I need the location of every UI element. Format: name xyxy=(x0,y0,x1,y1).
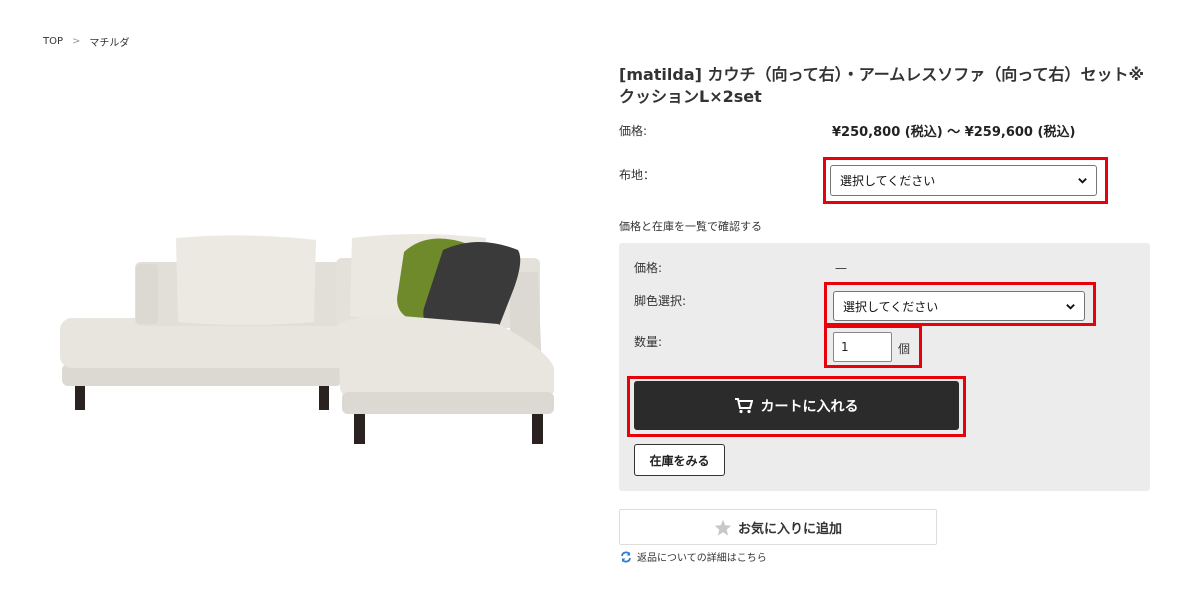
view-stock-label: 在庫をみる xyxy=(649,453,710,468)
breadcrumb: TOP > マチルダ xyxy=(43,34,129,49)
quantity-input[interactable]: 1 xyxy=(833,332,892,362)
inventory-list-link[interactable]: 価格と在庫を一覧で確認する xyxy=(619,218,762,234)
fabric-select-value: 選択してください xyxy=(840,174,936,188)
fabric-select[interactable]: 選択してください xyxy=(830,165,1097,196)
breadcrumb-current: マチルダ xyxy=(89,38,130,49)
chevron-down-icon xyxy=(1066,303,1075,310)
add-to-favorites-label: お気に入りに追加 xyxy=(737,521,842,537)
fabric-label: 布地： xyxy=(619,168,656,182)
price-value: ¥250,800 (税込) ～ ¥259,600 (税込) xyxy=(832,125,1076,140)
options-panel: 価格: — 脚色選択: 選択してください 数量: 1 個 カートに入れる 在庫を… xyxy=(619,243,1150,491)
quantity-label: 数量: xyxy=(634,335,663,349)
product-image xyxy=(60,234,554,444)
chevron-right-icon: > xyxy=(72,36,81,47)
leg-color-select[interactable]: 選択してください xyxy=(833,291,1085,321)
add-to-favorites-button[interactable]: お気に入りに追加 xyxy=(619,509,937,545)
leg-color-label: 脚色選択: xyxy=(634,294,687,308)
quantity-unit: 個 xyxy=(898,342,911,356)
panel-price-value: — xyxy=(835,261,847,275)
breadcrumb-home-link[interactable]: TOP xyxy=(43,36,63,47)
price-label: 価格: xyxy=(619,124,648,138)
add-to-cart-button[interactable]: カートに入れる xyxy=(634,381,959,430)
chevron-down-icon xyxy=(1078,178,1087,184)
panel-price-label: 価格: xyxy=(634,261,663,275)
star-icon xyxy=(714,519,732,536)
view-stock-button[interactable]: 在庫をみる xyxy=(634,444,725,476)
leg-color-select-value: 選択してください xyxy=(843,299,939,314)
returns-info-link[interactable]: 返品についての詳細はこちら xyxy=(620,549,767,564)
returns-info-label: 返品についての詳細はこちら xyxy=(637,553,767,564)
add-to-cart-label: カートに入れる xyxy=(760,398,859,415)
product-title: [matilda] カウチ（向って右）・アームレスソファ（向って右）セット※クッ… xyxy=(619,65,1145,106)
cart-icon xyxy=(734,397,753,413)
refresh-icon xyxy=(621,551,631,562)
quantity-value: 1 xyxy=(841,340,849,354)
